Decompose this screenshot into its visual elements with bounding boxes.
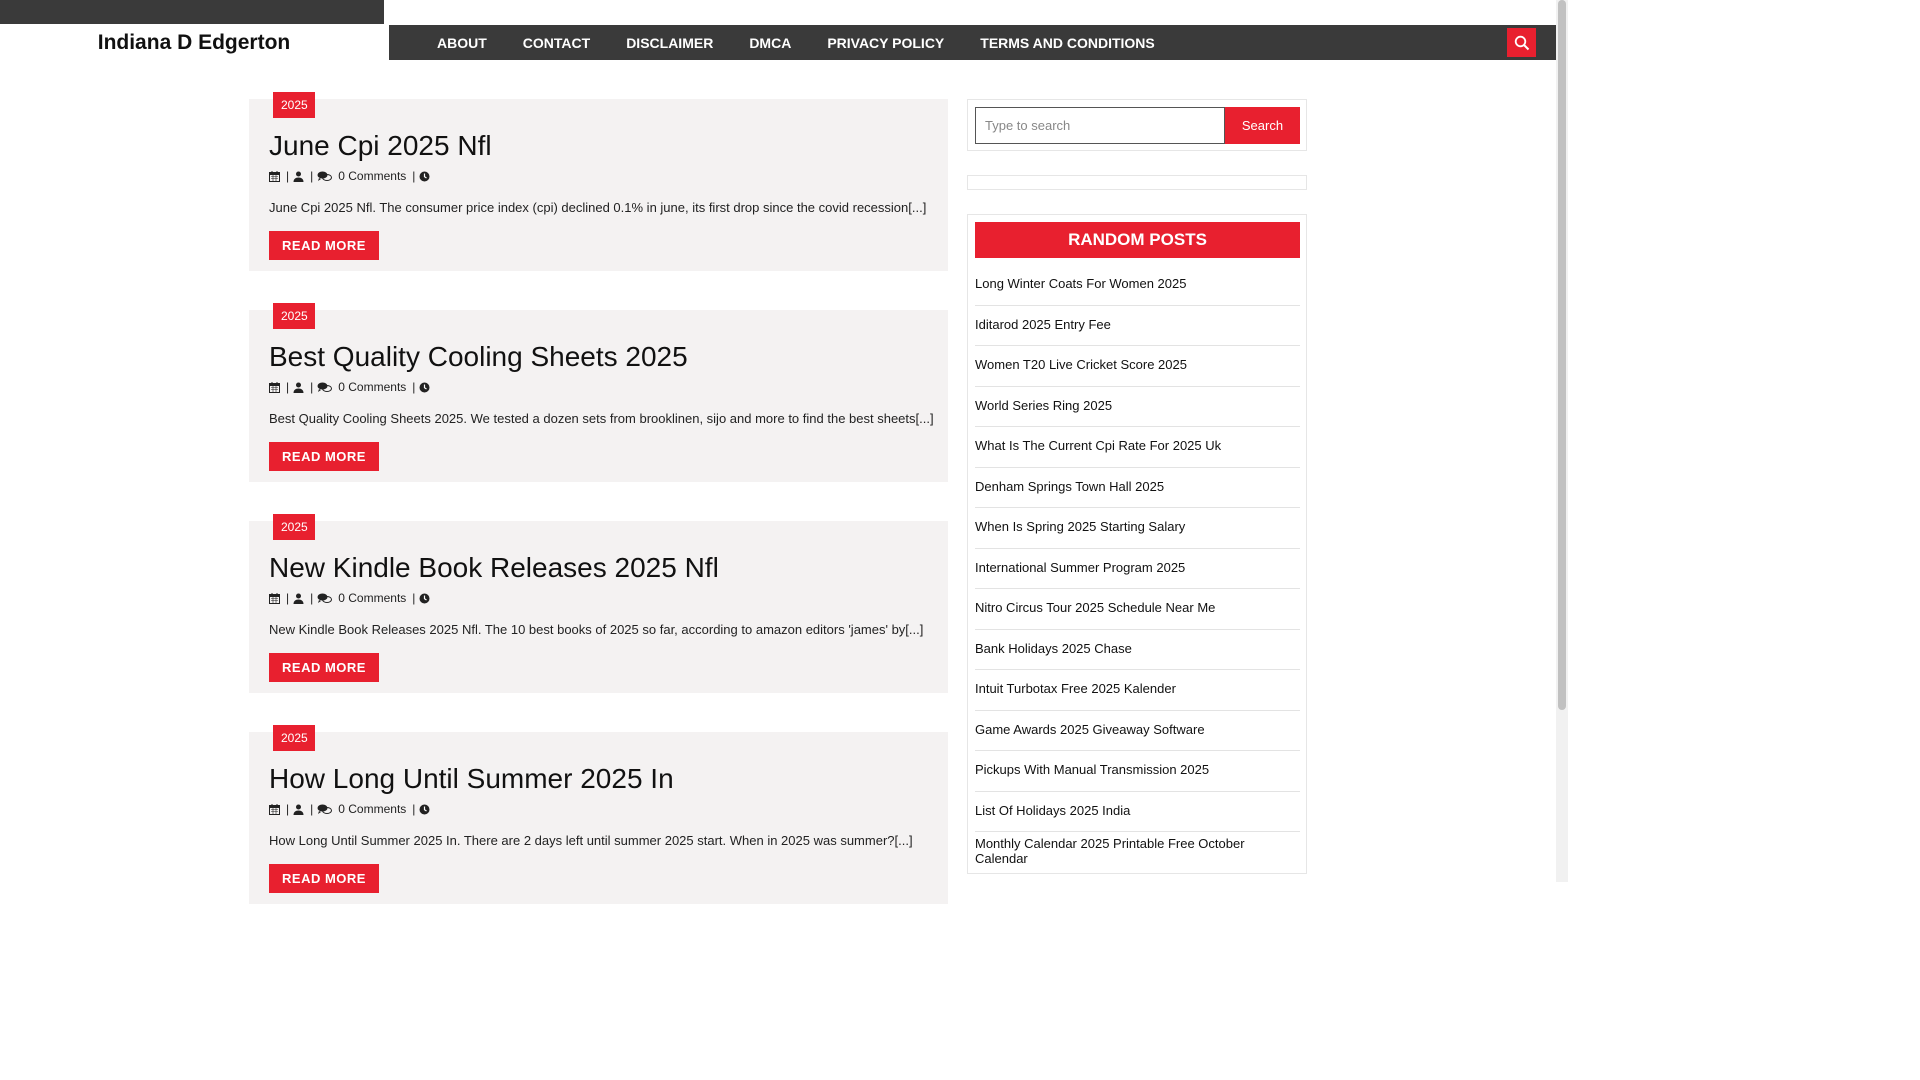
clock-icon xyxy=(419,382,430,392)
random-post-link[interactable]: Iditarod 2025 Entry Fee xyxy=(975,306,1300,346)
post-title[interactable]: New Kindle Book Releases 2025 Nfl xyxy=(269,552,719,584)
read-more-button[interactable]: READ MORE xyxy=(269,653,379,682)
nav-item-privacy-policy[interactable]: PRIVACY POLICY xyxy=(827,35,944,51)
category-badge[interactable]: 2025 xyxy=(273,92,315,118)
search-widget: Search xyxy=(967,99,1307,151)
search-icon xyxy=(1514,35,1529,50)
random-post-link[interactable]: What Is The Current Cpi Rate For 2025 Uk xyxy=(975,427,1300,468)
post-excerpt: June Cpi 2025 Nfl. The consumer price in… xyxy=(269,200,927,215)
post-excerpt: How Long Until Summer 2025 In. There are… xyxy=(269,833,913,848)
category-badge[interactable]: 2025 xyxy=(273,303,315,329)
post-card: 2025 June Cpi 2025 Nfl | | 0 Comments | … xyxy=(249,92,948,271)
site-title[interactable]: Indiana D Edgerton xyxy=(0,24,388,61)
comments-count[interactable]: 0 Comments xyxy=(338,169,406,183)
post-card: 2025 Best Quality Cooling Sheets 2025 | … xyxy=(249,303,948,482)
comments-icon xyxy=(317,171,333,181)
random-posts-title: RANDOM POSTS xyxy=(975,222,1300,258)
random-post-link[interactable]: Pickups With Manual Transmission 2025 xyxy=(975,751,1300,792)
calendar-icon xyxy=(269,592,280,604)
comments-count[interactable]: 0 Comments xyxy=(338,802,406,816)
user-icon[interactable] xyxy=(293,171,304,182)
nav-item-contact[interactable]: CONTACT xyxy=(523,35,590,51)
nav-item-dmca[interactable]: DMCA xyxy=(749,35,791,51)
clock-icon xyxy=(419,171,430,181)
random-post-link[interactable]: List Of Holidays 2025 India xyxy=(975,792,1300,832)
random-post-link[interactable]: When Is Spring 2025 Starting Salary xyxy=(975,508,1300,549)
post-meta: | | 0 Comments | xyxy=(269,169,430,183)
category-badge[interactable]: 2025 xyxy=(273,725,315,751)
post-card: 2025 New Kindle Book Releases 2025 Nfl |… xyxy=(249,514,948,693)
nav-item-disclaimer[interactable]: DISCLAIMER xyxy=(626,35,713,51)
random-posts-list: Long Winter Coats For Women 2025 Iditaro… xyxy=(975,265,1300,873)
comments-count[interactable]: 0 Comments xyxy=(338,380,406,394)
user-icon[interactable] xyxy=(293,382,304,393)
random-post-link[interactable]: Denham Springs Town Hall 2025 xyxy=(975,468,1300,508)
nav-item-about[interactable]: ABOUT xyxy=(437,35,487,51)
comments-count[interactable]: 0 Comments xyxy=(338,591,406,605)
random-post-link[interactable]: Intuit Turbotax Free 2025 Kalender xyxy=(975,670,1300,711)
random-post-link[interactable]: Game Awards 2025 Giveaway Software xyxy=(975,711,1300,751)
read-more-button[interactable]: READ MORE xyxy=(269,442,379,471)
user-icon[interactable] xyxy=(293,593,304,604)
post-card: 2025 How Long Until Summer 2025 In | | 0… xyxy=(249,725,948,904)
post-excerpt: Best Quality Cooling Sheets 2025. We tes… xyxy=(269,411,934,426)
page-scrollbar[interactable] xyxy=(1556,0,1568,882)
post-meta: | | 0 Comments | xyxy=(269,591,430,605)
comments-icon xyxy=(317,382,333,392)
post-excerpt: New Kindle Book Releases 2025 Nfl. The 1… xyxy=(269,622,924,637)
calendar-icon xyxy=(269,803,280,815)
search-toggle-button[interactable] xyxy=(1507,28,1536,57)
post-title[interactable]: June Cpi 2025 Nfl xyxy=(269,130,492,162)
top-bar xyxy=(0,0,384,24)
empty-widget xyxy=(967,175,1307,190)
random-post-link[interactable]: Long Winter Coats For Women 2025 xyxy=(975,265,1300,306)
clock-icon xyxy=(419,804,430,814)
clock-icon xyxy=(419,593,430,603)
read-more-button[interactable]: READ MORE xyxy=(269,231,379,260)
post-meta: | | 0 Comments | xyxy=(269,802,430,816)
read-more-button[interactable]: READ MORE xyxy=(269,864,379,893)
random-posts-widget: RANDOM POSTS Long Winter Coats For Women… xyxy=(967,214,1307,874)
user-icon[interactable] xyxy=(293,804,304,815)
nav-item-terms[interactable]: TERMS AND CONDITIONS xyxy=(980,35,1154,51)
calendar-icon xyxy=(269,381,280,393)
post-meta: | | 0 Comments | xyxy=(269,380,430,394)
random-post-link[interactable]: International Summer Program 2025 xyxy=(975,549,1300,589)
category-badge[interactable]: 2025 xyxy=(273,514,315,540)
main-nav: ABOUT CONTACT DISCLAIMER DMCA PRIVACY PO… xyxy=(389,25,1556,60)
search-input[interactable] xyxy=(975,107,1225,144)
random-post-link[interactable]: Bank Holidays 2025 Chase xyxy=(975,630,1300,670)
scrollbar-thumb[interactable] xyxy=(1558,0,1566,710)
random-post-link[interactable]: Nitro Circus Tour 2025 Schedule Near Me xyxy=(975,589,1300,630)
random-post-link[interactable]: World Series Ring 2025 xyxy=(975,387,1300,427)
random-post-link[interactable]: Monthly Calendar 2025 Printable Free Oct… xyxy=(975,832,1300,873)
post-title[interactable]: Best Quality Cooling Sheets 2025 xyxy=(269,341,688,373)
random-post-link[interactable]: Women T20 Live Cricket Score 2025 xyxy=(975,346,1300,387)
search-button[interactable]: Search xyxy=(1225,107,1300,144)
comments-icon xyxy=(317,593,333,603)
calendar-icon xyxy=(269,170,280,182)
comments-icon xyxy=(317,804,333,814)
post-title[interactable]: How Long Until Summer 2025 In xyxy=(269,763,674,795)
